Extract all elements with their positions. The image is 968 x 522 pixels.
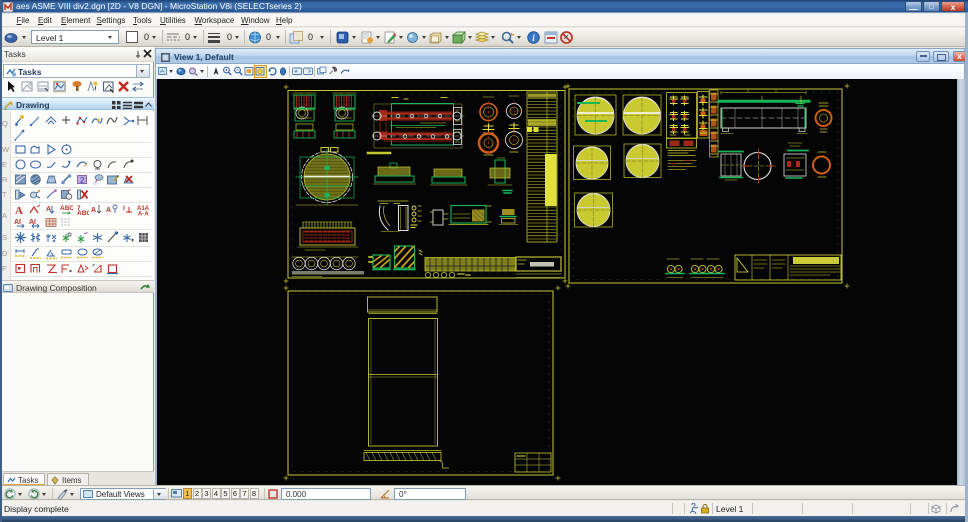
svg-text:A: A [15,205,23,216]
svg-text:2: 2 [80,176,85,185]
svg-text:A: A [91,207,96,214]
svg-text:A: A [106,207,111,214]
svg-text:ABC: ABC [60,205,73,212]
svg-text:A·A: A·A [138,212,149,217]
svg-text:I: I [123,205,125,212]
svg-text:AI: AI [14,219,21,226]
svg-text:ABC: ABC [77,210,89,216]
